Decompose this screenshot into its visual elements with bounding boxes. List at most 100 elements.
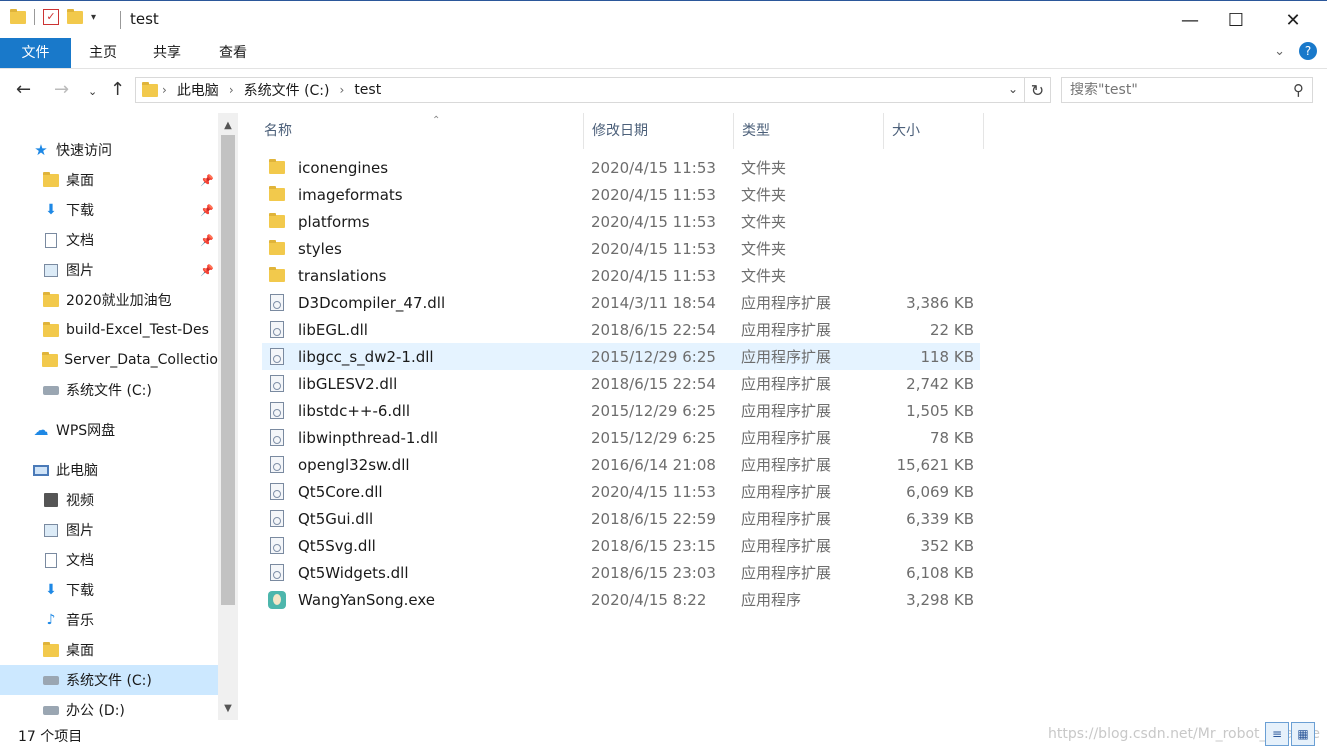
sidebar-item[interactable]: ☁ WPS网盘 xyxy=(0,415,218,445)
address-bar[interactable]: › 此电脑 › 系统文件 (C:) › test ⌄ xyxy=(135,77,1025,103)
minimize-button[interactable]: — xyxy=(1167,1,1213,39)
chevron-right-icon[interactable]: › xyxy=(229,83,234,97)
tab-home[interactable]: 主页 xyxy=(76,38,130,68)
file-name-cell: platforms xyxy=(268,213,370,231)
file-type: 文件夹 xyxy=(741,186,787,204)
download-icon: ⬇ xyxy=(45,202,57,218)
file-row[interactable]: platforms 2020/4/15 11:53 文件夹 xyxy=(262,208,980,235)
sidebar-item[interactable]: 图片 📌 xyxy=(0,255,218,285)
sidebar-item[interactable]: ♪ 音乐 xyxy=(0,605,218,635)
details-view-icon[interactable]: ≡ xyxy=(1265,722,1289,746)
recent-locations-icon[interactable]: ⌄ xyxy=(88,85,97,98)
scrollbar-thumb[interactable] xyxy=(221,135,235,605)
large-icons-view-icon[interactable]: ▦ xyxy=(1291,722,1315,746)
column-header-name[interactable]: 名称 ⌃ xyxy=(256,113,584,149)
search-input[interactable] xyxy=(1070,82,1280,98)
file-date: 2020/4/15 11:53 xyxy=(591,185,716,204)
forward-arrow-icon[interactable]: → xyxy=(54,79,69,100)
chevron-down-icon[interactable]: ⌄ xyxy=(1008,82,1018,96)
pin-icon[interactable]: 📌 xyxy=(200,234,214,247)
file-row[interactable]: libstdc++-6.dll 2015/12/29 6:25 应用程序扩展 1,50… xyxy=(262,397,980,424)
sidebar-item[interactable]: Server_Data_Collectio xyxy=(0,345,218,375)
up-arrow-icon[interactable]: ↑ xyxy=(110,79,125,100)
file-name: WangYanSong.exe xyxy=(298,590,435,609)
sidebar-scrollbar[interactable]: ▲ ▼ xyxy=(218,113,238,720)
download-icon: ⬇ xyxy=(45,582,57,598)
column-header-size[interactable]: 大小 xyxy=(884,113,984,149)
properties-icon[interactable]: ✓ xyxy=(43,9,59,25)
sidebar-item[interactable]: 系统文件 (C:) xyxy=(0,375,218,405)
file-row[interactable]: translations 2020/4/15 11:53 文件夹 xyxy=(262,262,980,289)
document-icon xyxy=(42,552,60,568)
dll-file-icon xyxy=(268,402,286,419)
maximize-button[interactable]: ☐ xyxy=(1213,1,1259,39)
sidebar-item[interactable]: 2020就业加油包 xyxy=(0,285,218,315)
search-icon[interactable]: ⚲ xyxy=(1293,81,1304,99)
new-folder-icon[interactable] xyxy=(67,8,83,24)
scroll-up-icon[interactable]: ▲ xyxy=(218,115,238,135)
folder-icon xyxy=(268,213,286,228)
tab-view[interactable]: 查看 xyxy=(206,38,260,68)
sidebar-item[interactable]: 文档 xyxy=(0,545,218,575)
status-bar: 17 个项目 https://blog.csdn.net/Mr_robot_st… xyxy=(0,720,1327,751)
sidebar-item[interactable]: 视频 xyxy=(0,485,218,515)
file-row[interactable]: D3Dcompiler_47.dll 2014/3/11 18:54 应用程序扩展 3… xyxy=(262,289,980,316)
sidebar-item[interactable]: ★ 快速访问 xyxy=(0,135,218,165)
back-arrow-icon[interactable]: ← xyxy=(16,79,31,100)
file-row[interactable]: Qt5Svg.dll 2018/6/15 23:15 应用程序扩展 352 KB xyxy=(262,532,980,559)
file-size: 3,298 KB xyxy=(906,590,974,609)
file-date: 2018/6/15 22:59 xyxy=(591,509,716,528)
file-row[interactable]: styles 2020/4/15 11:53 文件夹 xyxy=(262,235,980,262)
file-row[interactable]: Qt5Gui.dll 2018/6/15 22:59 应用程序扩展 6,339 KB xyxy=(262,505,980,532)
chevron-right-icon[interactable]: › xyxy=(340,83,345,97)
sidebar-item[interactable]: 办公 (D:) xyxy=(0,695,218,720)
file-date: 2018/6/15 23:15 xyxy=(591,536,716,555)
file-name: libwinpthread-1.dll xyxy=(298,428,439,447)
sidebar-item[interactable]: ⬇ 下载 xyxy=(0,575,218,605)
file-date: 2020/4/15 8:22 xyxy=(591,590,707,609)
close-button[interactable]: ✕ xyxy=(1270,1,1316,39)
file-size: 6,339 KB xyxy=(906,509,974,528)
folder-icon xyxy=(42,291,60,308)
file-row[interactable]: libEGL.dll 2018/6/15 22:54 应用程序扩展 22 KB xyxy=(262,316,980,343)
scroll-down-icon[interactable]: ▼ xyxy=(218,698,238,718)
breadcrumb-this-pc[interactable]: 此电脑 xyxy=(177,80,219,100)
pin-icon[interactable]: 📌 xyxy=(200,204,214,217)
file-row[interactable]: libgcc_s_dw2-1.dll 2015/12/29 6:25 应用程序扩展 1… xyxy=(262,343,980,370)
file-name: Qt5Core.dll xyxy=(298,482,383,501)
column-header-date[interactable]: 修改日期 xyxy=(584,113,734,149)
pin-icon[interactable]: 📌 xyxy=(200,174,214,187)
sidebar-item[interactable]: 系统文件 (C:) xyxy=(0,665,218,695)
file-row[interactable]: libwinpthread-1.dll 2015/12/29 6:25 应用程序扩展… xyxy=(262,424,980,451)
pin-icon[interactable]: 📌 xyxy=(200,264,214,277)
file-row[interactable]: imageformats 2020/4/15 11:53 文件夹 xyxy=(262,181,980,208)
customize-toolbar-icon[interactable]: ▾ xyxy=(91,12,96,23)
sidebar-item[interactable]: 图片 xyxy=(0,515,218,545)
breadcrumb-c-drive[interactable]: 系统文件 (C:) xyxy=(244,80,330,100)
tab-file[interactable]: 文件 xyxy=(0,38,71,68)
breadcrumb-test[interactable]: test xyxy=(354,82,381,98)
expand-ribbon-icon[interactable]: ⌄ xyxy=(1274,44,1285,59)
file-row[interactable]: iconengines 2020/4/15 11:53 文件夹 xyxy=(262,154,980,181)
search-box[interactable]: ⚲ xyxy=(1061,77,1313,103)
file-size: 6,069 KB xyxy=(906,482,974,501)
sidebar-item-label: 文档 xyxy=(66,553,94,569)
column-header-type[interactable]: 类型 xyxy=(734,113,884,149)
refresh-button[interactable]: ↻ xyxy=(1025,77,1051,103)
chevron-right-icon[interactable]: › xyxy=(162,83,167,97)
sidebar-item[interactable]: 文档 📌 xyxy=(0,225,218,255)
sidebar-item[interactable]: build-Excel_Test-Des xyxy=(0,315,218,345)
file-row[interactable]: Qt5Widgets.dll 2018/6/15 23:03 应用程序扩展 6,108… xyxy=(262,559,980,586)
file-name: platforms xyxy=(298,212,370,231)
sidebar-item[interactable]: 桌面 xyxy=(0,635,218,665)
sidebar-item[interactable]: ⬇ 下载 📌 xyxy=(0,195,218,225)
sidebar-item[interactable]: 桌面 📌 xyxy=(0,165,218,195)
file-row[interactable]: Qt5Core.dll 2020/4/15 11:53 应用程序扩展 6,069 KB xyxy=(262,478,980,505)
file-row[interactable]: libGLESV2.dll 2018/6/15 22:54 应用程序扩展 2,742 … xyxy=(262,370,980,397)
file-row[interactable]: WangYanSong.exe 2020/4/15 8:22 应用程序 3,298 K… xyxy=(262,586,980,613)
file-row[interactable]: opengl32sw.dll 2016/6/14 21:08 应用程序扩展 15,62… xyxy=(262,451,980,478)
file-name-cell: libgcc_s_dw2-1.dll xyxy=(268,348,434,366)
tab-share[interactable]: 共享 xyxy=(140,38,194,68)
help-icon[interactable]: ? xyxy=(1299,42,1317,60)
sidebar-item[interactable]: 此电脑 xyxy=(0,455,218,485)
